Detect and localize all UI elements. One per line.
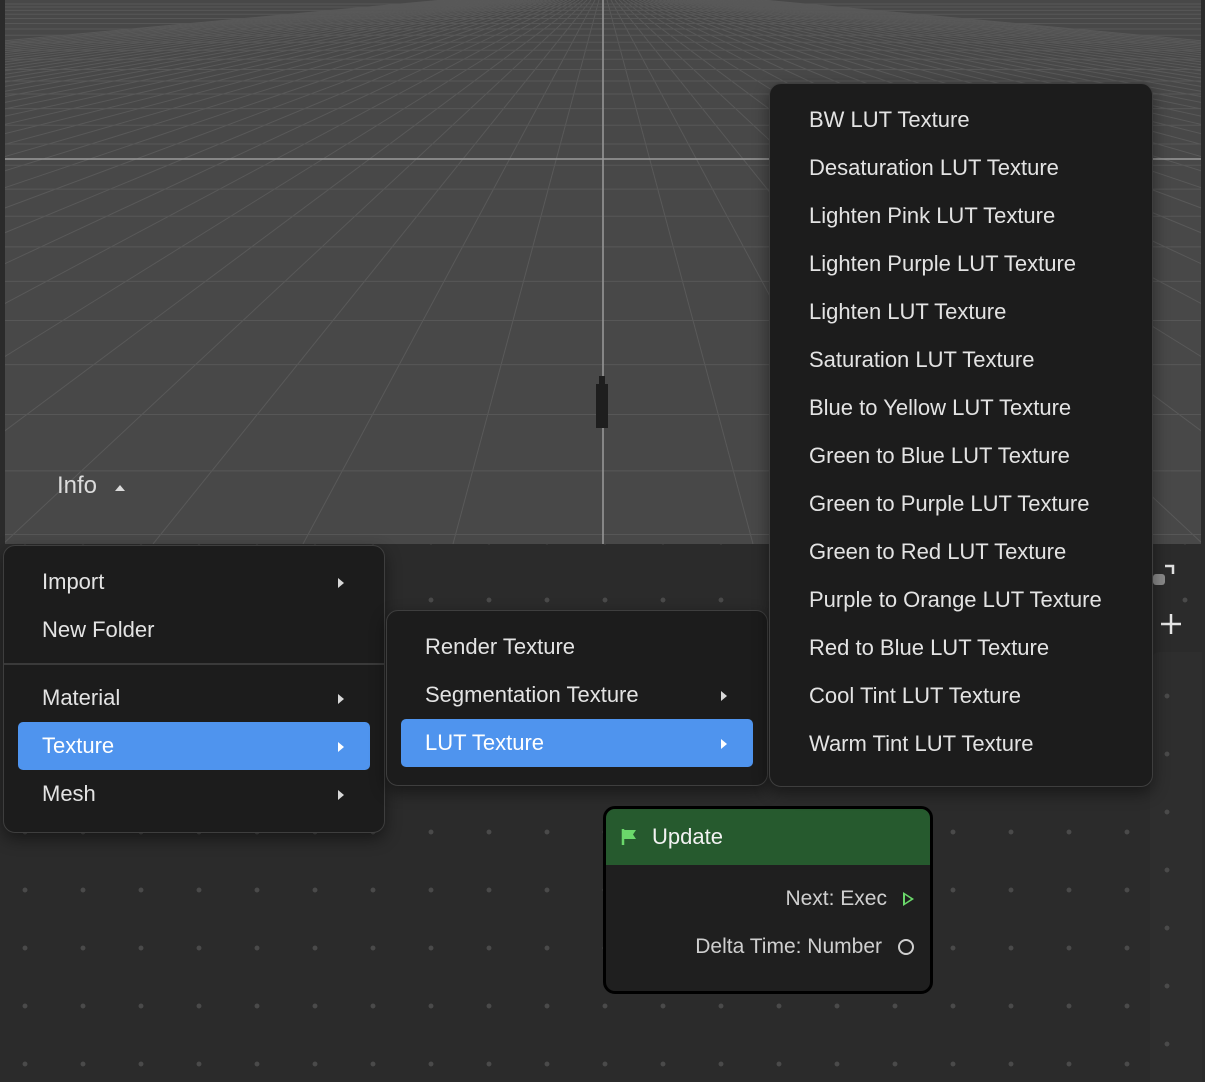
chevron-right-icon (338, 741, 344, 752)
exec-pin-icon[interactable] (903, 892, 914, 906)
menu-item-label: Warm Tint LUT Texture (809, 731, 1034, 756)
menu-item-bw-lut[interactable]: BW LUT Texture (784, 96, 1138, 144)
menu-item-label: Segmentation Texture (425, 682, 639, 707)
node-output-delta-time: Delta Time: Number (695, 935, 914, 959)
menu-item-label: Saturation LUT Texture (809, 347, 1035, 372)
menu-item-label: Material (42, 684, 121, 710)
menu-separator (4, 663, 384, 665)
menu-item-label: Red to Blue LUT Texture (809, 635, 1050, 660)
menu-item-material[interactable]: Material (18, 674, 370, 722)
lut-texture-submenu: BW LUT Texture Desaturation LUT Texture … (769, 83, 1153, 787)
menu-item-label: Lighten LUT Texture (809, 299, 1007, 324)
menu-item-label: Render Texture (425, 634, 576, 659)
output-label: Delta Time: Number (695, 935, 882, 958)
update-node[interactable]: Update Next: Exec Delta Time: Number (603, 806, 933, 994)
flag-icon (621, 829, 636, 845)
menu-item-label: BW LUT Texture (809, 107, 970, 132)
info-label: Info (57, 472, 98, 499)
menu-item-render-texture[interactable]: Render Texture (401, 623, 753, 671)
output-label: Next: Exec (785, 887, 887, 910)
context-menu: Import New Folder Material Texture Mesh (3, 545, 385, 833)
chevron-right-icon (338, 789, 344, 800)
menu-item-label: Green to Purple LUT Texture (809, 491, 1090, 516)
node-output-next: Next: Exec (785, 887, 914, 911)
menu-item-lighten-purple-lut[interactable]: Lighten Purple LUT Texture (784, 240, 1138, 288)
menu-item-label: New Folder (42, 617, 155, 642)
menu-item-label: Desaturation LUT Texture (809, 155, 1059, 180)
info-toggle[interactable]: Info (57, 472, 126, 500)
menu-item-desaturation-lut[interactable]: Desaturation LUT Texture (784, 144, 1138, 192)
menu-item-new-folder[interactable]: New Folder (18, 606, 370, 654)
menu-item-lighten-lut[interactable]: Lighten LUT Texture (784, 288, 1138, 336)
menu-item-label: Texture (42, 732, 115, 758)
menu-item-label: Mesh (42, 780, 96, 806)
menu-item-label: Lighten Purple LUT Texture (809, 251, 1077, 276)
menu-item-lut-texture[interactable]: LUT Texture (401, 719, 753, 767)
menu-item-green-to-red-lut[interactable]: Green to Red LUT Texture (784, 528, 1138, 576)
menu-item-lighten-pink-lut[interactable]: Lighten Pink LUT Texture (784, 192, 1138, 240)
menu-item-purple-to-orange-lut[interactable]: Purple to Orange LUT Texture (784, 576, 1138, 624)
menu-item-label: Import (42, 569, 105, 594)
menu-item-label: Cool Tint LUT Texture (809, 683, 1021, 708)
menu-item-label: Lighten Pink LUT Texture (809, 203, 1056, 228)
chevron-right-icon (721, 739, 727, 749)
chevron-right-icon (338, 693, 344, 704)
menu-item-label: Blue to Yellow LUT Texture (809, 395, 1072, 420)
menu-item-blue-to-yellow-lut[interactable]: Blue to Yellow LUT Texture (784, 384, 1138, 432)
menu-item-label: Purple to Orange LUT Texture (809, 587, 1102, 612)
caret-up-icon (115, 485, 126, 491)
menu-item-red-to-blue-lut[interactable]: Red to Blue LUT Texture (784, 624, 1138, 672)
menu-item-label: Green to Red LUT Texture (809, 539, 1067, 564)
graph-side-panel (1150, 652, 1202, 1082)
number-pin-icon[interactable] (898, 939, 914, 955)
menu-item-saturation-lut[interactable]: Saturation LUT Texture (784, 336, 1138, 384)
menu-item-green-to-purple-lut[interactable]: Green to Purple LUT Texture (784, 480, 1138, 528)
plus-icon (1161, 614, 1181, 634)
menu-item-cool-tint-lut[interactable]: Cool Tint LUT Texture (784, 672, 1138, 720)
menu-item-label: Green to Blue LUT Texture (809, 443, 1070, 468)
maximize-icon[interactable] (1151, 562, 1177, 588)
add-button[interactable] (1157, 610, 1185, 638)
menu-item-warm-tint-lut[interactable]: Warm Tint LUT Texture (784, 720, 1138, 768)
menu-item-texture[interactable]: Texture (18, 721, 370, 770)
node-header[interactable]: Update (606, 809, 930, 865)
chevron-right-icon (338, 578, 344, 588)
menu-item-segmentation-texture[interactable]: Segmentation Texture (401, 671, 753, 719)
node-title: Update (652, 824, 723, 849)
menu-item-label: LUT Texture (425, 730, 545, 755)
menu-item-import[interactable]: Import (18, 558, 370, 606)
menu-item-mesh[interactable]: Mesh (18, 770, 370, 818)
chevron-right-icon (721, 691, 727, 701)
texture-submenu: Render Texture Segmentation Texture LUT … (386, 610, 768, 786)
menu-item-green-to-blue-lut[interactable]: Green to Blue LUT Texture (784, 432, 1138, 480)
